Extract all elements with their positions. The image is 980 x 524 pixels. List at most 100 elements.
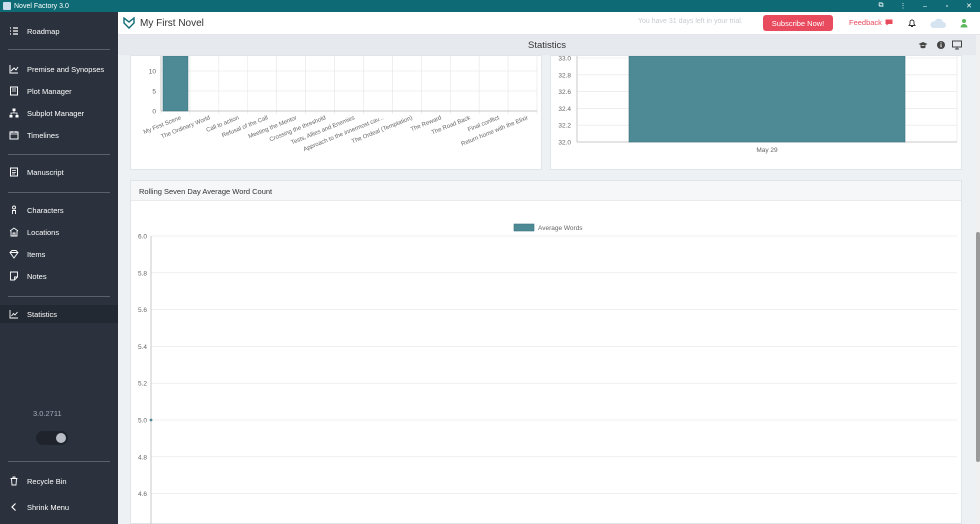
shrink-menu-button[interactable]: Shrink Menu — [0, 498, 118, 516]
y-tick-label: 32.6 — [558, 89, 571, 96]
sidebar-item-premise[interactable]: Premise and Synopses — [0, 60, 118, 78]
page-title: Statistics — [527, 39, 566, 51]
y-tick-label: 4.6 — [138, 491, 147, 498]
sidebar-item-label: Timelines — [27, 130, 59, 140]
sidebar-item-label: Shrink Menu — [27, 502, 70, 512]
list-icon — [10, 27, 18, 35]
legend-label: Average Words — [538, 225, 583, 232]
version-label: 3.0.2711 — [33, 409, 62, 418]
trash-icon — [10, 476, 18, 486]
novel-title[interactable]: My First Novel — [140, 18, 204, 29]
sidebar-item-label: Roadmap — [27, 26, 60, 36]
daily-chart-card: 32.0 32.2 32.4 32.6 32.8 33.0 May 29 — [550, 55, 962, 170]
y-tick-label: 5 — [152, 89, 156, 96]
document-icon — [10, 167, 18, 177]
diamond-icon — [9, 250, 19, 259]
person-icon — [12, 205, 16, 214]
bell-icon[interactable] — [906, 17, 918, 29]
y-tick-label: 5.4 — [138, 344, 147, 351]
y-tick-label: 6.0 — [138, 234, 147, 241]
card-header: Rolling Seven Day Average Word Count — [131, 181, 961, 201]
sidebar-item-label: Subplot Manager — [27, 108, 85, 118]
gear-icon — [56, 433, 66, 443]
y-tick-label: 10 — [149, 69, 157, 76]
divider — [8, 49, 110, 50]
sidebar: Roadmap Premise and Synopses Plot Manage… — [0, 12, 118, 524]
card-title: Rolling Seven Day Average Word Count — [139, 187, 273, 196]
sidebar-item-label: Notes — [27, 271, 47, 281]
sidebar-item-recycle-bin[interactable]: Recycle Bin — [0, 472, 118, 490]
logo-icon — [123, 17, 135, 29]
sidebar-item-label: Locations — [27, 227, 60, 237]
scene-chart-card: 0 5 10 My First Scene The Ordinary World Call… — [130, 55, 542, 170]
divider — [8, 461, 110, 462]
monitor-icon[interactable] — [952, 40, 962, 50]
sidebar-item-roadmap[interactable]: Roadmap — [0, 22, 118, 40]
legend-swatch — [513, 223, 535, 232]
more-icon[interactable]: ⋮ — [892, 0, 914, 12]
y-tick-label: 4.8 — [138, 454, 147, 461]
sidebar-item-timelines[interactable]: Timelines — [0, 126, 118, 144]
divider — [8, 296, 110, 297]
y-tick-label: 5.2 — [138, 381, 147, 388]
sidebar-item-label: Recycle Bin — [27, 476, 67, 486]
y-tick-label: 32.8 — [558, 72, 571, 79]
calendar-icon — [9, 131, 19, 140]
sidebar-item-label: Plot Manager — [27, 86, 72, 96]
sitemap-icon — [9, 108, 19, 118]
maximize-button[interactable]: ▫ — [936, 0, 958, 12]
chevron-left-icon — [11, 503, 16, 511]
sidebar-item-characters[interactable]: Characters — [0, 201, 118, 219]
feedback-label: Feedback — [849, 18, 882, 27]
minimize-button[interactable]: – — [914, 0, 936, 12]
info-icon[interactable] — [936, 40, 946, 50]
user-icon[interactable] — [958, 17, 970, 29]
close-button[interactable]: ✕ — [958, 0, 980, 12]
scrollbar-thumb[interactable] — [976, 232, 980, 462]
comment-icon — [885, 19, 893, 26]
y-tick-label: 5.8 — [138, 270, 147, 277]
sidebar-item-items[interactable]: Items — [0, 245, 118, 263]
divider — [8, 192, 110, 193]
book-icon — [10, 86, 18, 96]
x-tick-label: May 29 — [756, 147, 778, 154]
divider — [8, 154, 110, 155]
cloud-icon[interactable] — [929, 17, 947, 29]
restore-icon[interactable]: ⧉ — [870, 0, 892, 12]
rolling-average-card: Rolling Seven Day Average Word Count Ave… — [130, 180, 962, 524]
y-tick-label: 0 — [152, 109, 156, 116]
rolling-average-chart: Average Words 4.6 4.8 5.0 5.2 5.4 5.6 5.8 6.0 — [138, 223, 957, 524]
feedback-link[interactable]: Feedback — [849, 18, 893, 27]
y-tick-label: 32.4 — [558, 106, 571, 113]
bar — [628, 55, 906, 143]
sidebar-item-label: Statistics — [27, 309, 58, 319]
page-subheader: Statistics — [118, 35, 976, 55]
window-title: Novel Factory 3.0 — [14, 2, 69, 10]
stats-icon — [9, 310, 18, 319]
sidebar-item-locations[interactable]: Locations — [0, 223, 118, 241]
sidebar-item-manuscript[interactable]: Manuscript — [0, 163, 118, 181]
sidebar-item-label: Items — [27, 249, 46, 259]
data-point — [149, 418, 153, 422]
subscribe-button[interactable]: Subscribe Now! — [763, 15, 833, 31]
sidebar-item-plot-manager[interactable]: Plot Manager — [0, 82, 118, 100]
note-icon — [10, 271, 18, 281]
sidebar-item-statistics[interactable]: Statistics — [0, 305, 118, 323]
theme-toggle[interactable] — [36, 431, 68, 445]
sidebar-item-label: Manuscript — [27, 167, 64, 177]
y-tick-label: 33.0 — [558, 56, 571, 63]
sidebar-item-notes[interactable]: Notes — [0, 267, 118, 285]
y-tick-label: 32.0 — [558, 140, 571, 147]
y-tick-label: 5.6 — [138, 307, 147, 314]
daily-bar-chart: 32.0 32.2 32.4 32.6 32.8 33.0 May 29 — [558, 55, 958, 154]
app-icon — [3, 2, 11, 10]
sidebar-item-subplot-manager[interactable]: Subplot Manager — [0, 104, 118, 122]
graduation-cap-icon[interactable] — [918, 40, 928, 50]
sidebar-item-label: Premise and Synopses — [27, 64, 105, 74]
sidebar-item-label: Characters — [27, 205, 64, 215]
trial-notice: You have 31 days left in your trial. — [638, 18, 743, 25]
app-header: My First Novel You have 31 days left in … — [118, 12, 980, 35]
bar — [162, 55, 189, 112]
scene-bar-chart: 0510My First SceneThe Ordinary WorldCall… — [143, 55, 538, 153]
chart-icon — [9, 65, 19, 74]
